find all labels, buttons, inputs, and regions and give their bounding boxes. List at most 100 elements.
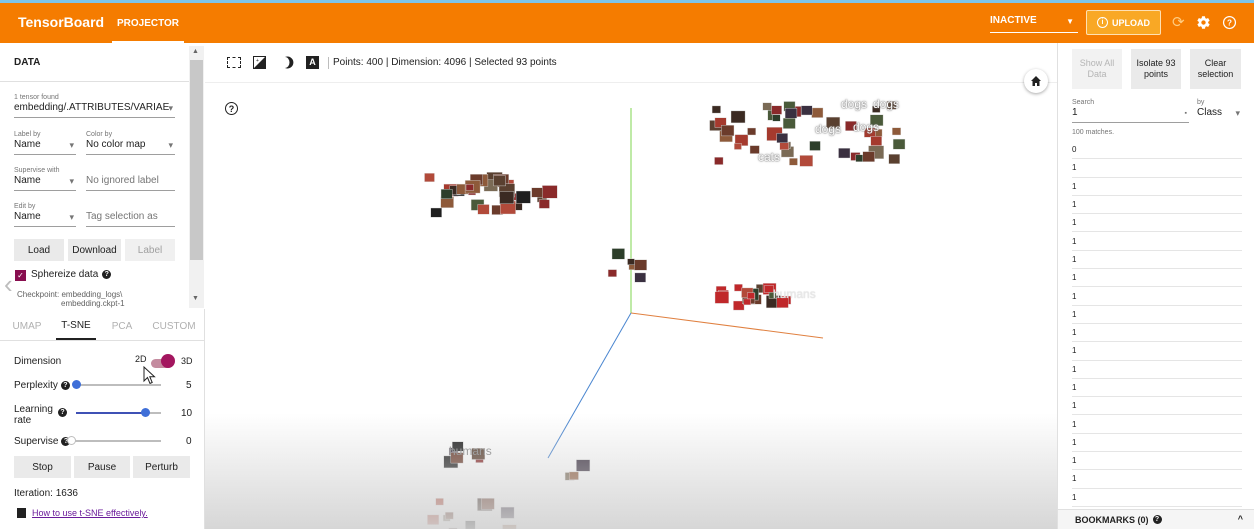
image-thumbnail[interactable] [809,141,821,151]
brand-title[interactable]: TensorBoard [18,14,104,30]
match-list-item[interactable]: 1 [1072,214,1242,233]
scroll-up-icon[interactable]: ▲ [192,48,199,55]
data-panel-scrollbar[interactable]: ▲ ▼ [189,46,204,308]
tensor-select[interactable]: embedding/.ATTRIBUTES/VARIAE ▾ [14,102,175,118]
clear-selection-button[interactable]: Clear selection [1190,49,1241,89]
image-thumbnail[interactable] [634,259,647,271]
image-thumbnail[interactable] [531,187,543,198]
image-thumbnail[interactable] [870,135,883,146]
upload-button[interactable]: i UPLOAD [1086,10,1161,35]
label-by-select[interactable]: Name ▾ [14,139,76,155]
search-by-select[interactable]: Class ▾ [1197,107,1242,123]
image-thumbnail[interactable] [784,107,798,119]
help-icon[interactable]: ? [60,381,70,390]
image-thumbnail[interactable] [714,291,730,304]
collapse-left-icon[interactable]: ‹ [4,271,13,297]
tab-umap[interactable]: UMAP [8,313,46,340]
image-thumbnail[interactable] [855,154,865,162]
projection-canvas[interactable]: + A Points: 400 | Dimension: 4096 | Sele… [205,43,1057,529]
match-list-item[interactable]: 1 [1072,287,1242,306]
scroll-down-icon[interactable]: ▼ [192,295,199,302]
image-thumbnail[interactable] [493,175,506,187]
scrollbar-thumb[interactable] [190,60,203,260]
match-list-item[interactable]: 1 [1072,452,1242,471]
match-list-item[interactable]: 0 [1072,141,1242,160]
label-button[interactable]: Label [125,239,175,261]
bookmarks-bar[interactable]: BOOKMARKS (0) ? ^ [1058,509,1254,529]
match-list-item[interactable]: 1 [1072,434,1242,453]
perplexity-slider-knob[interactable] [72,380,81,389]
help-icon[interactable]: ? [1222,15,1237,33]
match-list-item[interactable]: 1 [1072,397,1242,416]
match-list-item[interactable]: 1 [1072,178,1242,196]
match-list-item[interactable]: 1 [1072,232,1242,251]
image-thumbnail[interactable] [542,185,558,199]
run-status-select[interactable]: INACTIVE ▼ [990,15,1078,33]
match-list-item[interactable]: 1 [1072,361,1242,379]
match-list-item[interactable]: 1 [1072,159,1242,178]
supervise-with-select[interactable]: Name ▾ [14,175,76,191]
image-thumbnail[interactable] [892,127,901,136]
tab-projector[interactable]: PROJECTOR [112,3,184,43]
tsne-howto-link[interactable]: How to use t-SNE effectively. [32,508,148,518]
learning-rate-slider-knob[interactable] [141,408,150,417]
image-thumbnail[interactable] [730,110,746,124]
tag-selection-input[interactable]: Tag selection as [86,211,175,227]
tab-custom[interactable]: CUSTOM [148,313,200,340]
image-thumbnail[interactable] [782,117,796,129]
image-thumbnail[interactable] [627,258,635,266]
image-thumbnail[interactable] [762,102,772,111]
image-thumbnail[interactable] [892,138,906,150]
chevron-up-icon[interactable]: ^ [1238,514,1243,524]
image-thumbnail[interactable] [607,269,617,278]
image-thumbnail[interactable] [862,151,875,162]
image-thumbnail[interactable] [721,124,735,137]
image-thumbnail[interactable] [789,158,798,166]
ignored-label-input[interactable]: No ignored label [86,175,175,191]
show-all-data-button[interactable]: Show All Data [1072,49,1122,89]
refresh-icon[interactable]: ⟳ [1172,15,1185,30]
help-icon[interactable]: ? [102,270,112,279]
tab-tsne[interactable]: T-SNE [56,313,96,340]
match-list-item[interactable]: 1 [1072,342,1242,361]
match-list-item[interactable]: 1 [1072,196,1242,215]
regex-toggle-icon[interactable]: ▪ [1185,110,1187,117]
pause-button[interactable]: Pause [74,456,130,478]
image-thumbnail[interactable] [634,272,646,283]
help-icon[interactable]: ? [58,408,67,417]
image-thumbnail[interactable] [538,199,550,209]
image-thumbnail[interactable] [734,143,742,150]
perturb-button[interactable]: Perturb [133,456,190,478]
image-thumbnail[interactable] [799,155,813,167]
perplexity-slider[interactable] [76,384,161,386]
image-thumbnail[interactable] [747,292,755,300]
image-thumbnail[interactable] [734,283,743,292]
tab-pca[interactable]: PCA [104,313,140,340]
match-list-item[interactable]: 1 [1072,470,1242,489]
image-thumbnail[interactable] [747,127,756,136]
image-thumbnail[interactable] [743,298,751,306]
image-thumbnail[interactable] [477,204,490,215]
image-thumbnail[interactable] [430,207,442,218]
match-list-item[interactable]: 1 [1072,324,1242,343]
image-thumbnail[interactable] [771,105,782,115]
image-thumbnail[interactable] [776,133,788,143]
image-thumbnail[interactable] [711,105,721,114]
image-thumbnail[interactable] [838,147,851,159]
image-thumbnail[interactable] [611,248,625,260]
supervise-slider[interactable] [72,440,161,442]
match-list-item[interactable]: 1 [1072,489,1242,507]
search-input[interactable]: 1 ▪ [1072,107,1189,123]
supervise-slider-knob[interactable] [67,436,76,445]
image-thumbnail[interactable] [811,107,824,118]
sphereize-checkbox[interactable]: ✓ [15,270,26,281]
image-thumbnail[interactable] [499,191,515,204]
stop-button[interactable]: Stop [14,456,71,478]
load-button[interactable]: Load [14,239,64,261]
isolate-points-button[interactable]: Isolate 93 points [1131,49,1181,89]
download-button[interactable]: Download [68,239,121,261]
image-thumbnail[interactable] [779,141,789,150]
image-thumbnail[interactable] [772,114,781,122]
help-icon[interactable]: ? [1152,515,1162,524]
match-list-item[interactable]: 1 [1072,415,1242,434]
